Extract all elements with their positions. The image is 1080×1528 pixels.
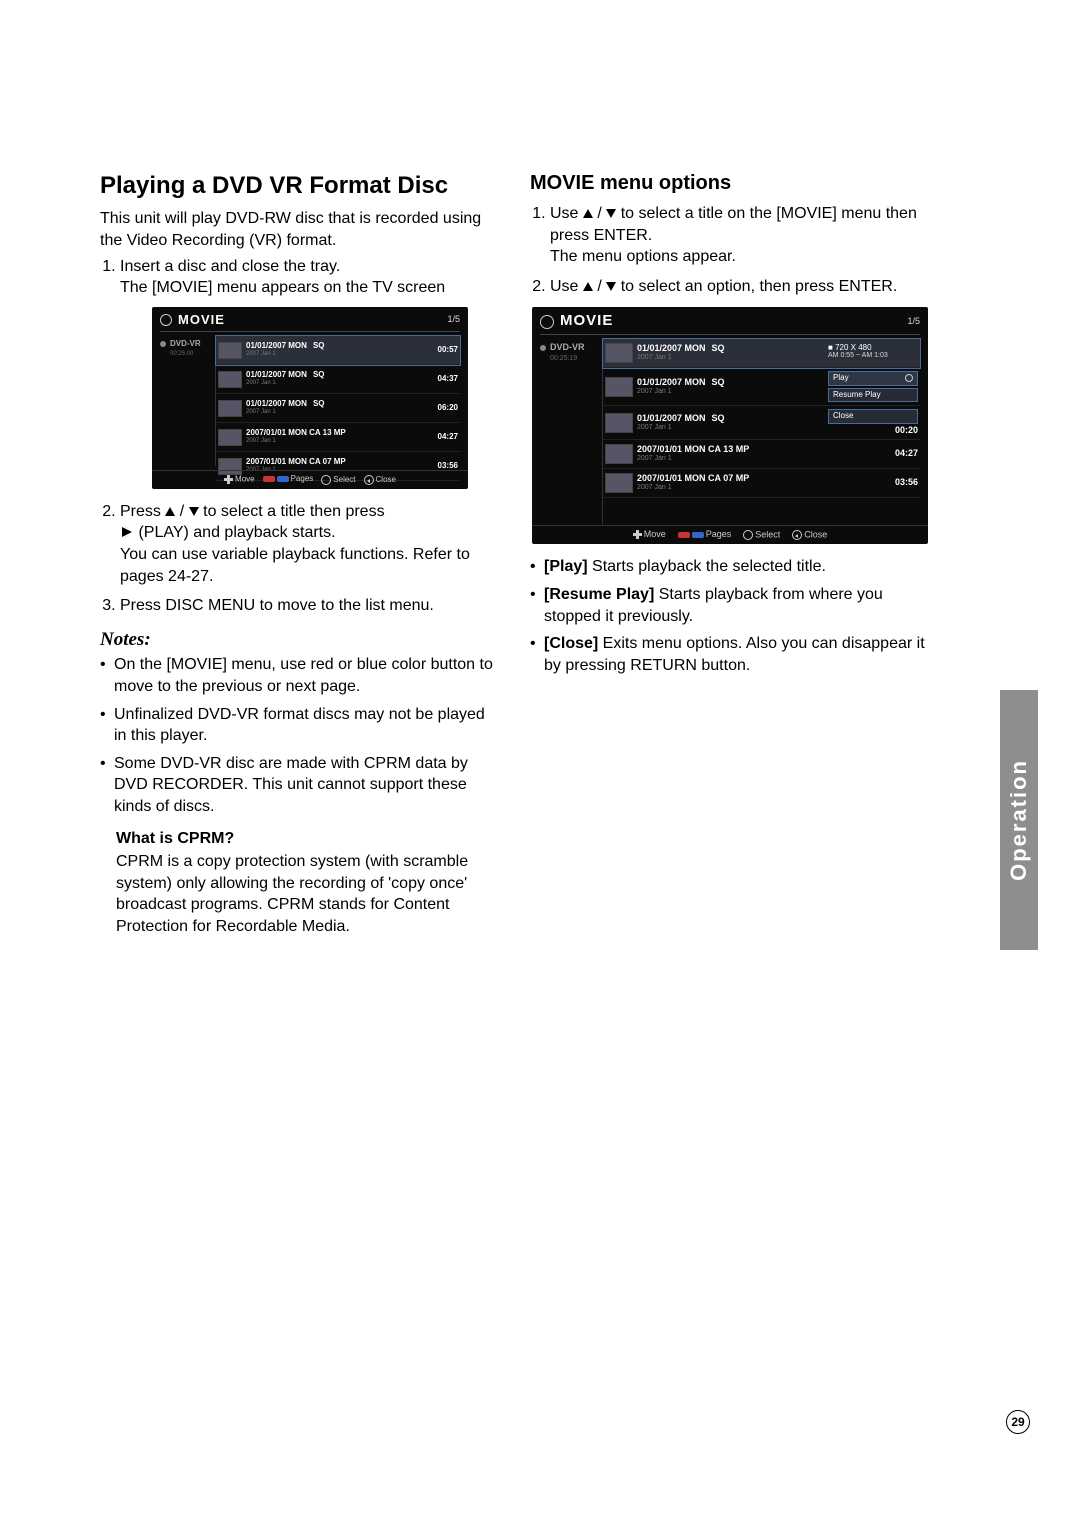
osd-header: MOVIE 1/5 <box>160 313 460 332</box>
notes-heading: Notes: <box>100 627 500 653</box>
osd-title-row: 2007/01/01 MON CA 13 MP2007 Jan 1 04:27 <box>603 440 920 469</box>
osd-disc-time: 00:25:19 <box>550 355 602 363</box>
osd-option-play: Play <box>828 371 918 386</box>
thumbnail <box>605 473 633 493</box>
dpad-icon <box>224 475 233 484</box>
left-step-2: Press / to select a title then press (PL… <box>120 501 500 587</box>
osd-option-close: Close <box>828 409 918 424</box>
thumbnail <box>218 400 242 417</box>
play-icon <box>122 527 132 537</box>
red-button-icon <box>678 532 690 538</box>
osd-body: DVD-VR 00:25:19 01/01/2007 MON SQ2007 Ja… <box>540 339 920 524</box>
option-desc-play: [Play] Starts playback the selected titl… <box>530 556 930 578</box>
notes-list: On the [MOVIE] menu, use red or blue col… <box>100 654 500 817</box>
osd-title-row: 01/01/2007 MON SQ2007 Jan 1 06:20 <box>216 394 460 423</box>
disc-icon <box>540 345 546 351</box>
step-text: The [MOVIE] menu appears on the TV scree… <box>120 279 445 296</box>
osd-disc-time: 00:25:00 <box>170 351 215 358</box>
osd-header: MOVIE 1/5 <box>540 313 920 335</box>
down-arrow-icon <box>189 507 199 516</box>
down-arrow-icon <box>606 209 616 218</box>
left-step-3: Press DISC MENU to move to the list menu… <box>120 595 500 617</box>
enter-icon <box>321 475 331 485</box>
right-heading: MOVIE menu options <box>530 170 930 197</box>
osd-disc-name: DVD-VR <box>550 343 585 353</box>
osd-help-bar: Move Pages Select Close <box>152 470 468 485</box>
right-step-1: Use / to select a title on the [MOVIE] m… <box>550 203 930 268</box>
osd-title-row: 01/01/2007 MON SQ2007 Jan 1 Close 00:20 <box>603 406 920 440</box>
thumbnail <box>605 343 633 363</box>
osd-help-bar: Move Pages Select Close <box>532 525 928 540</box>
osd-title: MOVIE <box>560 313 613 330</box>
enter-icon <box>743 530 753 540</box>
left-heading: Playing a DVD VR Format Disc <box>100 170 500 202</box>
return-icon <box>364 475 374 485</box>
two-column-layout: Playing a DVD VR Format Disc This unit w… <box>100 170 1020 938</box>
osd-title-row: 01/01/2007 MON SQ2007 Jan 1 Play Resume … <box>603 368 920 407</box>
osd-disc-entry: DVD-VR <box>160 340 215 349</box>
osd-duration: 00:57 <box>428 346 458 355</box>
left-intro: This unit will play DVD-RW disc that is … <box>100 208 500 251</box>
osd-disc-name: DVD-VR <box>170 340 201 349</box>
page-number: 29 <box>1006 1410 1030 1434</box>
right-column: MOVIE menu options Use / to select a tit… <box>530 170 930 938</box>
left-column: Playing a DVD VR Format Disc This unit w… <box>100 170 500 938</box>
thumbnail <box>218 371 242 388</box>
option-desc-resume: [Resume Play] Starts playback from where… <box>530 584 930 627</box>
up-arrow-icon <box>583 282 593 291</box>
return-icon <box>792 530 802 540</box>
step-text: Insert a disc and close the tray. <box>120 258 340 275</box>
globe-icon <box>160 314 172 326</box>
up-arrow-icon <box>165 507 175 516</box>
osd-disc-entry: DVD-VR <box>540 343 602 353</box>
cprm-heading: What is CPRM? <box>116 828 500 850</box>
red-button-icon <box>263 476 275 482</box>
thumbnail <box>218 429 242 446</box>
osd-row-text: 01/01/2007 MON SQ 2007 Jan 1 <box>246 342 424 357</box>
section-tab-label: Operation <box>1006 759 1032 881</box>
left-step-1: Insert a disc and close the tray. The [M… <box>120 256 500 489</box>
cprm-body: CPRM is a copy protection system (with s… <box>100 851 500 937</box>
osd-title: MOVIE <box>178 313 225 327</box>
up-arrow-icon <box>583 209 593 218</box>
osd-info-panel: ■ 720 X 480 AM 0:55 ~ AM 1:03 <box>828 344 918 360</box>
osd-sidebar: DVD-VR 00:25:19 <box>540 339 603 524</box>
osd-title-row: 01/01/2007 MON SQ2007 Jan 1 ■ 720 X 480 … <box>603 339 920 368</box>
right-step-2: Use / to select an option, then press EN… <box>550 276 930 298</box>
osd-body: DVD-VR 00:25:00 01/01/2007 MON SQ 2007 J… <box>160 336 460 466</box>
note-item: Some DVD-VR disc are made with CPRM data… <box>100 753 500 818</box>
section-tab-operation: Operation <box>1000 690 1038 950</box>
osd-sidebar: DVD-VR 00:25:00 <box>160 336 216 466</box>
osd-title-row: 2007/01/01 MON CA 07 MP2007 Jan 1 03:56 <box>603 469 920 498</box>
manual-page: Operation Playing a DVD VR Format Disc T… <box>0 0 1080 1528</box>
osd-option-resume-play: Resume Play <box>828 388 918 403</box>
option-desc-close: [Close] Exits menu options. Also you can… <box>530 633 930 676</box>
left-steps: Insert a disc and close the tray. The [M… <box>100 256 500 617</box>
osd-page-counter: 1/5 <box>447 315 460 325</box>
osd-screenshot-movie-list: MOVIE 1/5 DVD-VR 00:25:00 <box>152 307 468 489</box>
osd-title-row: 01/01/2007 MON SQ2007 Jan 1 04:37 <box>216 365 460 394</box>
osd-title-row: 2007/01/01 MON CA 13 MP2007 Jan 1 04:27 <box>216 423 460 452</box>
osd-title-list: 01/01/2007 MON SQ2007 Jan 1 ■ 720 X 480 … <box>603 339 920 524</box>
osd-screenshot-movie-menu-options: MOVIE 1/5 DVD-VR 00:25:19 01/0 <box>532 307 928 544</box>
thumbnail <box>605 413 633 433</box>
osd-title-list: 01/01/2007 MON SQ 2007 Jan 1 00:57 01/01… <box>216 336 460 466</box>
blue-button-icon <box>277 476 289 482</box>
blue-button-icon <box>692 532 704 538</box>
thumbnail <box>605 377 633 397</box>
down-arrow-icon <box>606 282 616 291</box>
selected-indicator-icon <box>905 374 913 382</box>
disc-icon <box>160 341 166 347</box>
osd-title-row: 01/01/2007 MON SQ 2007 Jan 1 00:57 <box>216 336 460 365</box>
thumbnail <box>605 444 633 464</box>
dpad-icon <box>633 530 642 539</box>
osd-page-counter: 1/5 <box>907 317 920 327</box>
note-item: Unfinalized DVD-VR format discs may not … <box>100 704 500 747</box>
option-descriptions: [Play] Starts playback the selected titl… <box>530 556 930 676</box>
thumbnail <box>218 342 242 359</box>
osd-option-popup: ■ 720 X 480 AM 0:55 ~ AM 1:03 <box>822 344 918 362</box>
note-item: On the [MOVIE] menu, use red or blue col… <box>100 654 500 697</box>
right-steps: Use / to select a title on the [MOVIE] m… <box>530 203 930 297</box>
globe-icon <box>540 315 554 329</box>
